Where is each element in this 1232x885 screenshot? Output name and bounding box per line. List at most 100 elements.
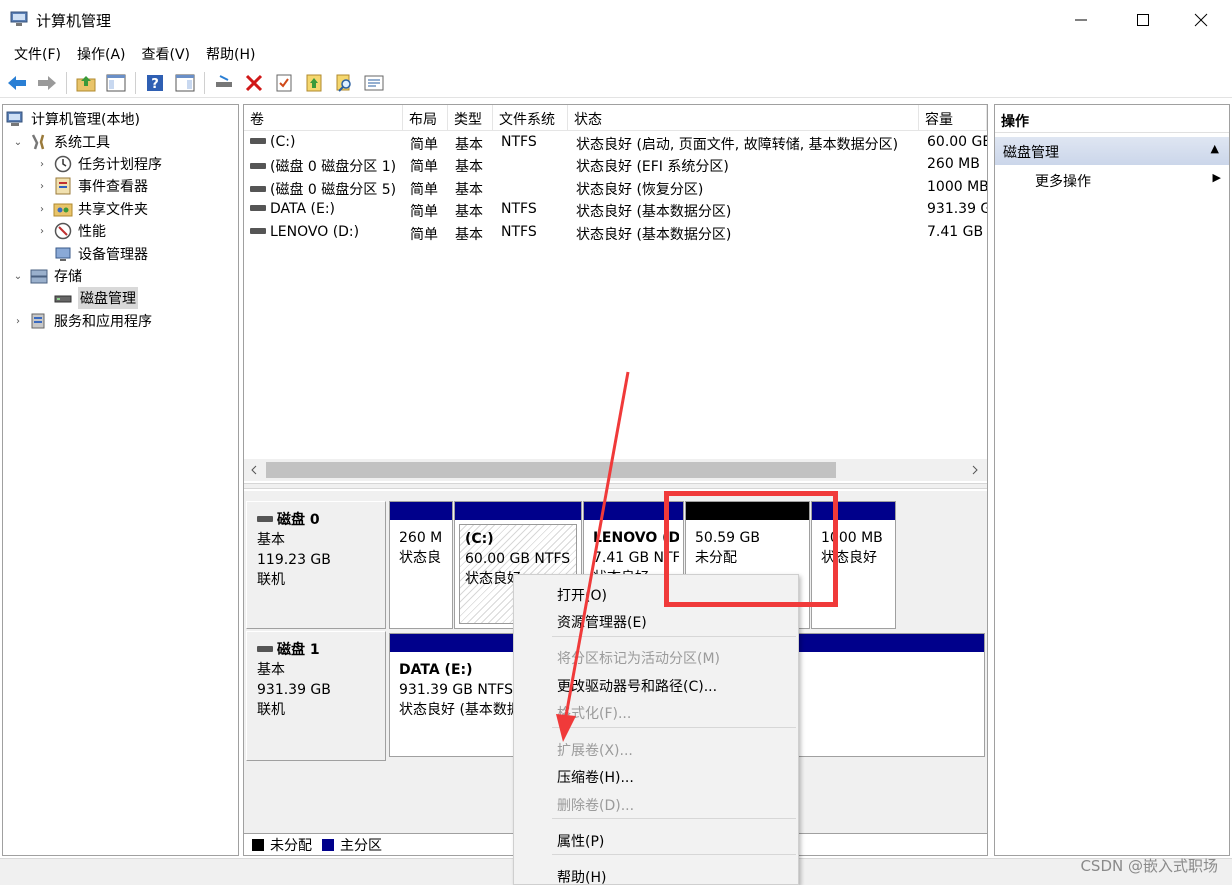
chevron-down-icon[interactable]: ⌄	[11, 271, 25, 282]
tree-item-shared-folders[interactable]: › 共享文件夹	[35, 198, 148, 220]
table-row[interactable]: LENOVO (D:) 简单 基本 NTFS 状态良好 (基本数据分区) 7.4…	[244, 222, 987, 244]
column-header-volume[interactable]: 卷	[244, 105, 403, 131]
watermark: CSDN @嵌入式职场	[1080, 857, 1218, 875]
disk-management-icon	[53, 289, 73, 307]
disk-size: 931.39 GB	[257, 682, 331, 698]
horizontal-scrollbar[interactable]	[244, 459, 987, 481]
scroll-right-icon[interactable]	[971, 465, 979, 475]
actions-section-label: 磁盘管理	[1003, 145, 1059, 161]
minimize-button[interactable]	[1050, 0, 1112, 40]
actions-section-disk-management[interactable]: 磁盘管理 ▲	[995, 137, 1229, 165]
partition-size: 260 M	[399, 530, 443, 546]
partition-efi[interactable]: 260 M 状态良	[389, 501, 453, 629]
table-row[interactable]: (磁盘 0 磁盘分区 1) 简单 基本 状态良好 (EFI 系统分区) 260 …	[244, 154, 987, 176]
help-button[interactable]: ?	[144, 72, 166, 94]
tree-item-task-scheduler[interactable]: › 任务计划程序	[35, 153, 162, 175]
legend-primary: 主分区	[340, 837, 382, 854]
type-cell: 基本	[455, 137, 483, 153]
chevron-right-icon[interactable]: ›	[35, 226, 49, 237]
capacity-cell: 1000 MB	[927, 179, 987, 195]
column-header-filesystem[interactable]: 文件系统	[493, 105, 568, 131]
show-hide-action-pane-button[interactable]	[174, 72, 196, 94]
more-actions-item[interactable]: 更多操作	[1035, 171, 1091, 191]
tree-item-storage[interactable]: ⌄ 存储	[11, 265, 82, 287]
menu-separator	[552, 854, 796, 855]
disk-0-label[interactable]: 磁盘 0 基本 119.23 GB 联机	[246, 501, 386, 629]
chevron-right-icon[interactable]: ›	[35, 204, 49, 215]
up-level-button[interactable]	[75, 72, 97, 94]
type-cell: 基本	[455, 227, 483, 243]
menu-action[interactable]: 操作(A)	[69, 40, 134, 66]
tree-label: 性能	[78, 224, 106, 240]
volume-name: (磁盘 0 磁盘分区 5)	[270, 182, 397, 198]
column-header-layout[interactable]: 布局	[403, 105, 448, 131]
tree-item-root[interactable]: 计算机管理(本地)	[6, 108, 140, 130]
ctx-extend-volume: 扩展卷(X)...	[557, 743, 633, 759]
maximize-button[interactable]	[1112, 0, 1174, 40]
layout-cell: 简单	[410, 159, 438, 175]
ctx-change-drive-letter[interactable]: 更改驱动器号和路径(C)...	[514, 672, 798, 696]
chevron-right-icon[interactable]: ›	[35, 159, 49, 170]
event-viewer-icon	[53, 177, 73, 195]
column-header-type[interactable]: 类型	[448, 105, 493, 131]
clock-icon	[53, 155, 73, 173]
delete-x-icon	[245, 74, 263, 91]
scroll-left-icon[interactable]	[250, 465, 258, 475]
actions-title: 操作	[995, 105, 1229, 133]
menu-file[interactable]: 文件(F)	[6, 40, 69, 66]
scrollbar-thumb[interactable]	[266, 462, 836, 478]
tree-item-system-tools[interactable]: ⌄ 系统工具	[11, 131, 110, 153]
layout-cell: 简单	[410, 227, 438, 243]
ctx-properties[interactable]: 属性(P)	[514, 827, 798, 851]
check-button[interactable]	[273, 72, 295, 94]
search-button[interactable]	[333, 72, 355, 94]
menu-help[interactable]: 帮助(H)	[198, 40, 263, 66]
actions-pane: 操作 磁盘管理 ▲ 更多操作 ▶	[994, 104, 1230, 856]
pane-splitter[interactable]	[244, 483, 987, 489]
capacity-cell: 60.00 GB	[927, 134, 987, 150]
volume-name: LENOVO (D:)	[270, 224, 360, 240]
disk-1-label[interactable]: 磁盘 1 基本 931.39 GB 联机	[246, 631, 386, 761]
ctx-open[interactable]: 打开(O)	[514, 581, 798, 605]
table-row[interactable]: (磁盘 0 磁盘分区 5) 简单 基本 状态良好 (恢复分区) 1000 MB	[244, 177, 987, 199]
properties-list-icon	[364, 75, 384, 90]
column-header-status[interactable]: 状态	[568, 105, 919, 131]
tree-label: 共享文件夹	[78, 202, 148, 218]
type-cell: 基本	[455, 182, 483, 198]
table-row[interactable]: DATA (E:) 简单 基本 NTFS 状态良好 (基本数据分区) 931.3…	[244, 199, 987, 221]
submenu-arrow-icon[interactable]: ▶	[1213, 171, 1221, 184]
tree-item-services-apps[interactable]: › 服务和应用程序	[11, 310, 152, 332]
ctx-shrink-volume[interactable]: 压缩卷(H)...	[514, 763, 798, 787]
back-button[interactable]	[6, 72, 28, 94]
forward-button[interactable]	[36, 72, 58, 94]
ctx-help[interactable]: 帮助(H)	[514, 863, 798, 885]
capacity-cell: 7.41 GB	[927, 224, 984, 240]
connect-drive-button[interactable]	[213, 72, 235, 94]
chevron-down-icon[interactable]: ⌄	[11, 137, 25, 148]
tree-item-event-viewer[interactable]: › 事件查看器	[35, 175, 148, 197]
tree-label: 事件查看器	[78, 179, 148, 195]
disk-size: 119.23 GB	[257, 552, 331, 568]
column-header-capacity[interactable]: 容量	[919, 105, 987, 131]
partition-recovery[interactable]: 1000 MB 状态良好	[811, 501, 896, 629]
checklist-icon	[276, 74, 292, 91]
ctx-explorer[interactable]: 资源管理器(E)	[514, 608, 798, 632]
menu-view[interactable]: 查看(V)	[134, 40, 199, 66]
partition-size: 1000 MB	[821, 530, 883, 546]
export-button[interactable]	[303, 72, 325, 94]
chevron-right-icon[interactable]: ›	[11, 316, 25, 327]
close-button[interactable]	[1170, 0, 1232, 40]
chevron-right-icon[interactable]: ›	[35, 181, 49, 192]
delete-button[interactable]	[243, 72, 265, 94]
properties-button[interactable]	[363, 72, 385, 94]
tree-item-performance[interactable]: › 性能	[35, 220, 106, 242]
show-hide-tree-button[interactable]	[105, 72, 127, 94]
table-row[interactable]: (C:) 简单 基本 NTFS 状态良好 (启动, 页面文件, 故障转储, 基本…	[244, 132, 987, 154]
arrow-right-icon	[38, 75, 56, 90]
volume-cell: LENOVO (D:)	[250, 224, 400, 240]
tree-item-disk-management[interactable]: 磁盘管理	[53, 287, 138, 309]
partition-bar	[686, 502, 809, 520]
status-cell: 状态良好 (基本数据分区)	[576, 204, 732, 220]
tree-item-device-manager[interactable]: 设备管理器	[53, 243, 148, 265]
collapse-up-icon[interactable]: ▲	[1211, 142, 1219, 155]
